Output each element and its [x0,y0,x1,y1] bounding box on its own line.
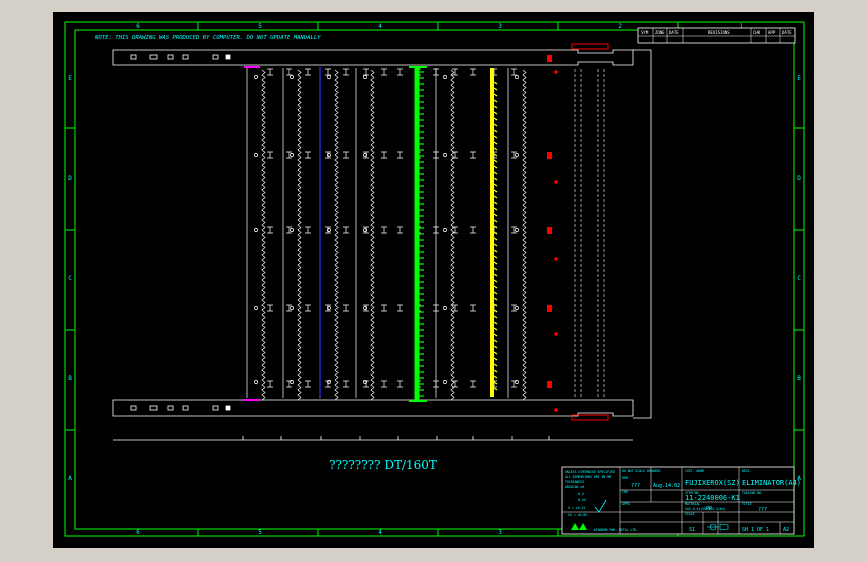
zone-col-bottom-6: 6 [136,529,140,536]
tb-notes-line-4: ANGULAR ±0 [565,485,584,489]
pin-symbols [267,68,517,388]
drawing-caption: ???????? DT/160T [329,458,437,472]
serrated-column-2 [282,68,302,401]
serrated-columns [246,68,527,401]
zone-col-bottom-3: 3 [498,529,502,536]
tb-notes-line-5: 0.X [578,492,584,496]
tb-do-not-scale: DO NOT SCALE DRAWING [622,469,660,473]
zone-col-top-5: 5 [258,23,262,30]
cad-viewport[interactable]: 6 5 4 3 2 1 6 5 4 3 2 1 E D C B A E D C … [53,12,814,548]
tb-company: KINGDOM PWR. METAL LTD. [594,528,638,532]
tb-tooling-label: TOOLING NO. [742,491,763,495]
tb-notes-line-3: TOLERANCES [565,480,584,484]
tb-temper: PP [706,506,712,512]
cad-drawing: 6 5 4 3 2 1 6 5 4 3 2 1 E D C B A E D C … [64,21,805,537]
dashed-column [574,69,605,397]
tb-size: A2 [783,527,789,533]
dimension-line [113,436,633,441]
tb-scale-label: SCALE [685,512,695,516]
tb-chk-label: CHK [622,490,628,494]
tb-drn-label: DRN [622,476,628,480]
rev-header-chk: CHK [753,30,761,35]
zone-row-left-a: A [68,475,72,482]
tb-drn-date: Aug.14.02 [653,483,680,489]
tb-drn-value: ??? [631,483,640,489]
rev-header-app: APP [768,30,776,35]
serrated-column-3 [319,68,339,401]
serrated-column-4 [355,68,375,401]
right-outline [633,49,652,419]
tb-tol-x: X = ±0.15 [568,506,585,510]
tb-sheet: SH 1 OF 1 [742,527,769,533]
red-slot-markers [571,43,609,421]
serrated-column-5 [435,68,455,401]
rev-header-sym: SYM [641,30,649,35]
tb-notes-line-2: ALL DIMENSIONS ARE IN MM [565,475,611,479]
bottom-rail [112,399,634,417]
tb-scale-value: S1 [689,527,695,533]
zone-col-top-3: 3 [498,23,502,30]
zone-row-right-e: E [797,75,801,82]
zone-col-bottom-4: 4 [378,529,382,536]
zone-row-right-c: C [797,275,801,282]
rev-header-date: DATE [669,30,679,35]
tb-tol-xx: XX = ±0.05 [568,513,587,517]
tb-notes-line-6: 0.XX [578,498,586,502]
zone-row-left-e: E [68,75,72,82]
zone-col-bottom-5: 5 [258,529,262,536]
rev-header-zone: ZONE [655,30,665,35]
tb-cust-value: FUJIXEROX(SZ) [685,479,740,487]
tb-desc-label: DESC. [742,469,752,473]
tb-notes-line-1: UNLESS OTHERWISE SPECIFIED [565,470,615,474]
revision-table: SYM ZONE DATE REVISIONS CHK APP DATE [637,27,796,44]
zone-col-top-2: 2 [618,23,622,30]
drawing-note: NOTE: THIS DRAWING WAS PRODUCED BY COMPU… [94,35,321,41]
yellow-highlight-column [490,68,498,397]
serrated-column-6 [507,68,527,401]
title-block: UNLESS OTHERWISE SPECIFIED ALL DIMENSION… [561,466,801,535]
tb-title-label: TITLE [742,502,752,506]
red-markers [547,55,558,412]
tb-item-value: 11-2240006-K1 [685,494,740,502]
tb-desc-value: ELIMINATOR(A4) [742,479,801,487]
zone-row-left-d: D [68,175,72,182]
zone-row-left-c: C [68,275,72,282]
rev-header-date2: DATE [782,30,792,35]
tb-cust-label: CUST. NAME [685,469,704,473]
zone-row-right-d: D [797,175,801,182]
zone-row-right-b: B [797,375,801,382]
tb-app-label: APPD [622,502,630,506]
zone-col-top-6: 6 [136,23,140,30]
tb-title-value: ??? [758,507,767,513]
serrated-column-1 [246,68,266,401]
magenta-marks [244,66,260,401]
top-rail [112,49,634,66]
zone-row-left-b: B [68,375,72,382]
zone-col-top-4: 4 [378,23,382,30]
tb-material-label: MATERIAL [685,502,700,506]
rev-header-revisions: REVISIONS [708,30,730,35]
green-highlight-column [409,66,427,402]
